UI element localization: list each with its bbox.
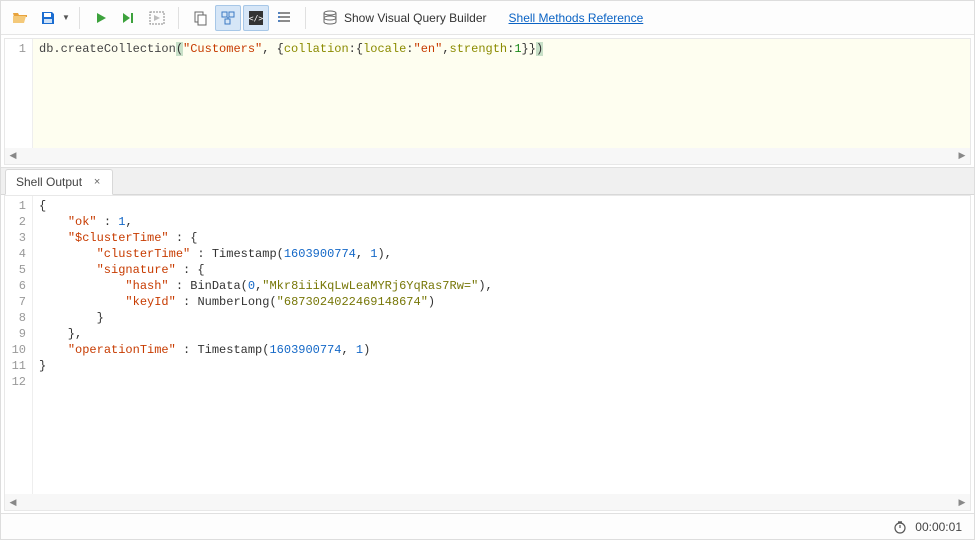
line-number: 3 bbox=[7, 230, 26, 246]
visual-query-builder-button[interactable]: Show Visual Query Builder bbox=[314, 5, 495, 31]
stopwatch-icon bbox=[893, 520, 907, 534]
visual-query-builder-label: Show Visual Query Builder bbox=[344, 11, 487, 25]
svg-text:</>: </> bbox=[249, 14, 264, 23]
line-number: 11 bbox=[7, 358, 26, 374]
status-bar: 00:00:01 bbox=[1, 513, 974, 539]
line-number: 4 bbox=[7, 246, 26, 262]
line-number: 9 bbox=[7, 326, 26, 342]
output-pane: 123456789101112 { "ok" : 1, "$clusterTim… bbox=[4, 195, 971, 511]
line-number: 10 bbox=[7, 342, 26, 358]
play-icon bbox=[94, 11, 108, 25]
separator bbox=[178, 7, 179, 29]
tree-icon bbox=[220, 10, 236, 26]
output-tab-strip: Shell Output × bbox=[1, 167, 974, 195]
list-icon bbox=[276, 10, 292, 26]
separator bbox=[305, 7, 306, 29]
play-step-icon bbox=[121, 11, 137, 25]
folder-open-icon bbox=[12, 10, 28, 26]
code-line: db.createCollection("Customers", {collat… bbox=[39, 41, 964, 57]
toggle-tree-button[interactable] bbox=[215, 5, 241, 31]
line-number: 2 bbox=[7, 214, 26, 230]
code-line: } bbox=[39, 358, 964, 374]
code-line: "clusterTime" : Timestamp(1603900774, 1)… bbox=[39, 246, 964, 262]
scroll-right-icon[interactable]: ▶ bbox=[954, 494, 970, 510]
code-icon: </> bbox=[248, 10, 264, 26]
line-number: 7 bbox=[7, 294, 26, 310]
toolbar: ▼ </> Show Visual Query Builder Shell Me… bbox=[1, 1, 974, 35]
code-line: } bbox=[39, 310, 964, 326]
output-content: { "ok" : 1, "$clusterTime" : { "clusterT… bbox=[33, 196, 970, 494]
save-icon bbox=[40, 10, 56, 26]
line-number: 5 bbox=[7, 262, 26, 278]
line-number: 6 bbox=[7, 278, 26, 294]
editor-content[interactable]: db.createCollection("Customers", {collat… bbox=[33, 39, 970, 148]
toggle-list-button[interactable] bbox=[271, 5, 297, 31]
run-selection-button[interactable] bbox=[144, 5, 170, 31]
save-button[interactable] bbox=[35, 5, 61, 31]
play-selection-icon bbox=[149, 11, 165, 25]
code-line: "keyId" : NumberLong("687302402246914867… bbox=[39, 294, 964, 310]
run-step-button[interactable] bbox=[116, 5, 142, 31]
save-dropdown-arrow[interactable]: ▼ bbox=[61, 13, 71, 22]
line-number: 1 bbox=[7, 41, 26, 57]
toggle-code-button[interactable]: </> bbox=[243, 5, 269, 31]
code-line: { bbox=[39, 198, 964, 214]
elapsed-time: 00:00:01 bbox=[915, 520, 962, 534]
copy-icon bbox=[192, 10, 208, 26]
run-button[interactable] bbox=[88, 5, 114, 31]
code-line: "ok" : 1, bbox=[39, 214, 964, 230]
scroll-left-icon[interactable]: ◀ bbox=[5, 494, 21, 510]
editor-gutter: 1 bbox=[5, 39, 33, 148]
tab-shell-output[interactable]: Shell Output × bbox=[5, 169, 113, 195]
database-icon bbox=[322, 10, 338, 26]
tab-close-button[interactable]: × bbox=[90, 175, 104, 189]
code-line: "hash" : BinData(0,"Mkr8iiiKqLwLeaMYRj6Y… bbox=[39, 278, 964, 294]
line-number: 8 bbox=[7, 310, 26, 326]
code-line: "$clusterTime" : { bbox=[39, 230, 964, 246]
line-number: 1 bbox=[7, 198, 26, 214]
output-viewer[interactable]: 123456789101112 { "ok" : 1, "$clusterTim… bbox=[5, 196, 970, 494]
line-number: 12 bbox=[7, 374, 26, 390]
tab-label: Shell Output bbox=[16, 175, 82, 189]
scroll-right-icon[interactable]: ▶ bbox=[954, 148, 970, 164]
code-editor[interactable]: 1 db.createCollection("Customers", {coll… bbox=[5, 39, 970, 148]
shell-reference-link[interactable]: Shell Methods Reference bbox=[509, 11, 644, 25]
copy-button[interactable] bbox=[187, 5, 213, 31]
open-file-button[interactable] bbox=[7, 5, 33, 31]
output-horizontal-scrollbar[interactable]: ◀ ▶ bbox=[5, 494, 970, 510]
editor-pane: 1 db.createCollection("Customers", {coll… bbox=[4, 38, 971, 165]
code-line: "signature" : { bbox=[39, 262, 964, 278]
separator bbox=[79, 7, 80, 29]
scroll-left-icon[interactable]: ◀ bbox=[5, 148, 21, 164]
code-line: }, bbox=[39, 326, 964, 342]
code-line bbox=[39, 374, 964, 390]
editor-horizontal-scrollbar[interactable]: ◀ ▶ bbox=[5, 148, 970, 164]
output-gutter: 123456789101112 bbox=[5, 196, 33, 494]
code-line: "operationTime" : Timestamp(1603900774, … bbox=[39, 342, 964, 358]
